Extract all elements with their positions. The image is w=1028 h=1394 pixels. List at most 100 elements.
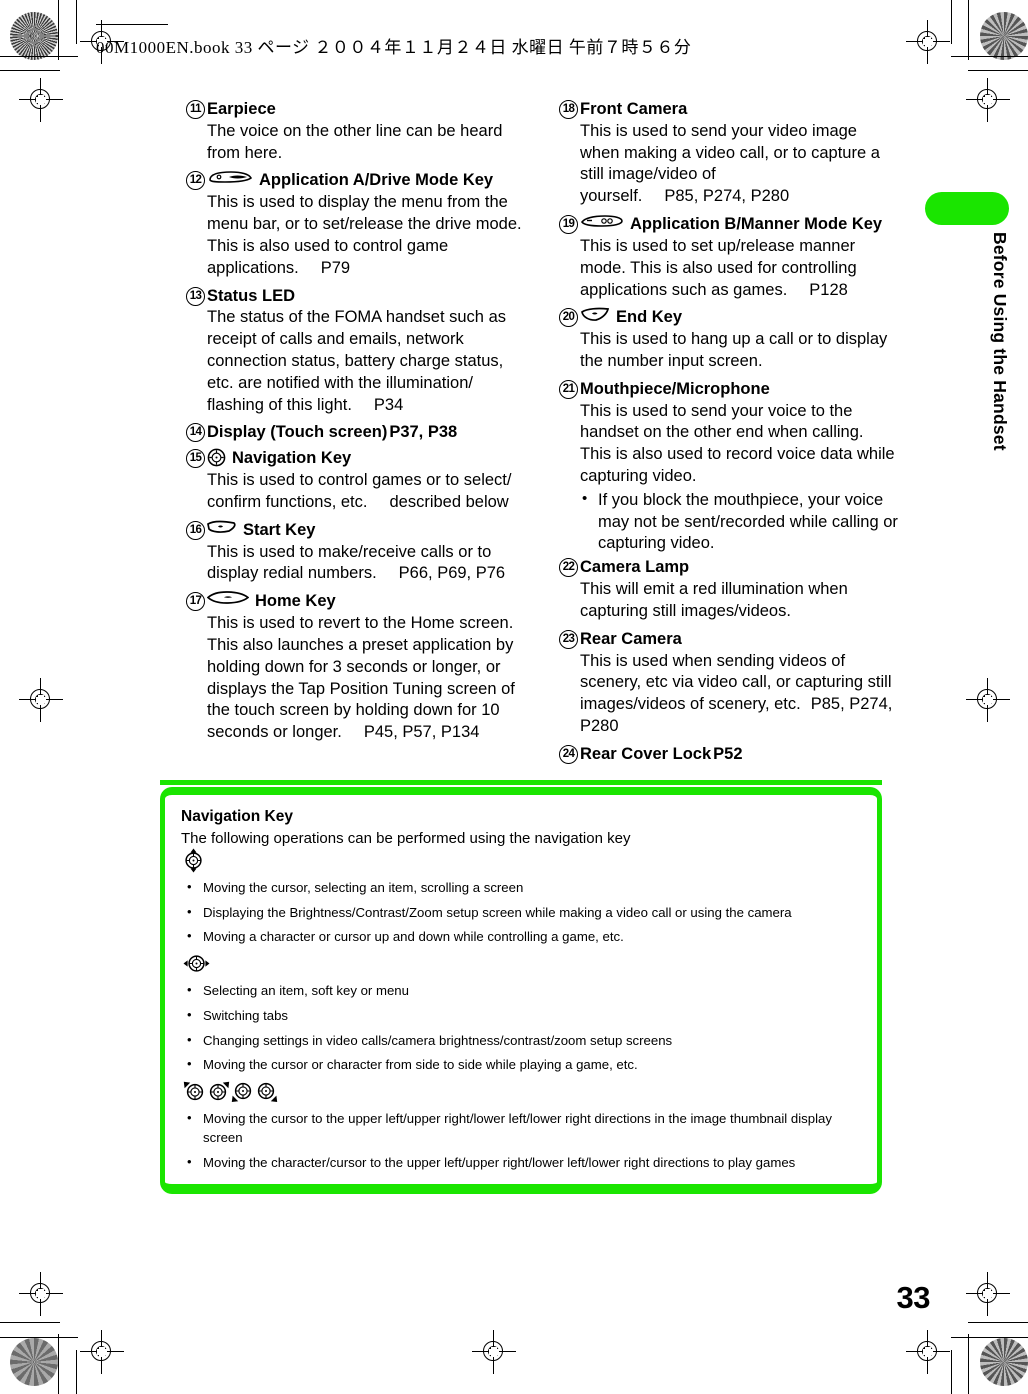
trim-line-br-v2 [951,1350,953,1394]
nav-key-left-right-icon [183,953,210,979]
trim-line-br-v [968,1334,970,1394]
entry-sub-bullets: If you block the mouthpiece, your voice … [580,489,898,555]
column-left: 11 Earpiece The voice on the other line … [186,99,525,767]
entry-heading: 17 Home Key [186,591,525,612]
nav-key-left-right-row [183,953,861,979]
trim-line-bl-h [0,1322,60,1324]
entry-start-key: 16 Start Key This is used to make/receiv… [186,520,525,585]
entry-body: This is used to send your voice to the h… [580,401,898,555]
nav-group3-bullets: Moving the cursor to the upper left/uppe… [181,1109,861,1172]
entry-body: This is used to control games or to sele… [207,470,525,514]
application-a-key-icon [207,170,253,184]
registration-mark-bottom-right [906,1330,950,1374]
list-item: Moving the cursor to the upper left/uppe… [181,1109,861,1147]
entry-mouthpiece-microphone: 21 Mouthpiece/Microphone This is used to… [559,379,898,555]
nav-key-upper-right-icon [207,1081,230,1108]
nav-key-diagonal-row [183,1081,861,1107]
chapter-tab-label: Before Using the Handset [990,232,1010,451]
entry-heading: 11 Earpiece [186,99,525,120]
list-item: Moving the cursor or character from side… [181,1055,861,1075]
callout-number: 19 [559,215,578,235]
entry-title: Application B/Manner Mode Key [630,215,883,234]
entry-body: This is used to send your video image wh… [580,121,898,208]
navbox-body: Navigation Key The following operations … [160,787,882,1195]
registration-mark-top-right [906,20,950,64]
registration-mark-bottom-left [80,1330,124,1374]
entry-heading: 18 Front Camera [559,99,898,120]
callout-number: 17 [186,592,205,612]
entry-home-key: 17 Home Key This is used to revert to th… [186,591,525,744]
entry-title: Earpiece [207,100,276,118]
nav-key-upper-left-icon [183,1081,206,1108]
entry-body: This is used to make/receive calls or to… [207,542,525,586]
entry-navigation-key: 15 Navigation Key This is used to contro… [186,448,525,514]
print-target-bottom-left [10,1338,58,1386]
entry-body: This will emit a red illumination when c… [580,579,898,623]
entry-display-touch-screen: 14 Display (Touch screen) P37, P38 [186,422,525,443]
page-reference: P34 [373,395,404,414]
navbox-title: Navigation Key [181,808,293,825]
entry-end-key: 20 End Key This is used to hang up a cal… [559,307,898,372]
navigation-key-info-box: Navigation Key The following operations … [160,780,882,1195]
trim-line-bl-v [58,1334,60,1394]
entry-body: This is used to hang up a call or to dis… [580,329,898,373]
entry-title: Application A/Drive Mode Key [259,171,494,190]
nav-group1-bullets: Moving the cursor, selecting an item, sc… [181,878,861,947]
trim-line-br-h2 [951,1337,1028,1339]
registration-mark-left-middle [19,678,63,722]
entry-body-text: This is used to send your voice to the h… [580,401,895,485]
entry-body: The voice on the other line can be heard… [207,121,525,165]
entry-heading: 20 End Key [559,307,898,328]
trim-line-tl-v [58,0,60,60]
callout-number: 15 [186,449,205,469]
file-info-header: 00M1000EN.book 33 ページ ２００４年１１月２４日 水曜日 午前… [96,24,691,58]
page-reference: P45, P57, P134 [363,723,480,742]
page-number: 33 [896,1280,931,1315]
trim-line-tr-v2 [951,0,953,44]
print-target-top-left [10,12,58,60]
entry-body-text: The voice on the other line can be heard… [207,121,503,162]
callout-number: 18 [559,100,578,119]
entry-application-b-manner-mode-key: 19 Application B/Manner Mode Key This is… [559,214,898,301]
trim-line-br-h [968,1322,1028,1324]
trim-line-tl-h [0,70,60,72]
entry-heading: 14 Display (Touch screen) P37, P38 [186,422,525,443]
entry-body: This is used to set up/release manner mo… [580,236,898,301]
page-reference: described below [389,493,509,511]
nav-key-up-down-icon [183,848,204,878]
callout-number: 21 [559,379,578,399]
callout-number: 13 [186,286,205,306]
list-item: Moving the cursor, selecting an item, sc… [181,878,861,898]
entry-earpiece: 11 Earpiece The voice on the other line … [186,99,525,164]
entry-body-text: This will emit a red illumination when c… [580,580,848,620]
page-reference: P128 [809,280,848,299]
registration-mark-right-middle [966,678,1010,722]
list-item: Selecting an item, soft key or menu [181,981,861,1001]
entry-heading: 23 Rear Camera [559,629,898,650]
entry-body-text: This is used to hang up a call or to dis… [580,330,888,370]
nav-key-lower-left-icon [231,1081,254,1108]
navigation-key-icon [207,448,226,467]
entry-title: Navigation Key [232,449,352,468]
callout-number: 14 [186,423,205,443]
entry-title: Rear Camera [580,629,682,648]
entry-heading: 19 Application B/Manner Mode Key [559,214,898,235]
home-key-icon [207,591,249,605]
page-reference: P79 [320,258,351,277]
entry-title: Display (Touch screen) [207,423,388,442]
entry-title: Mouthpiece/Microphone [580,379,770,398]
trim-line-bl-v2 [76,1350,78,1394]
entry-heading: 13 Status LED [186,286,525,307]
entry-title: End Key [616,308,683,327]
callout-number: 12 [186,171,205,191]
content-columns: 11 Earpiece The voice on the other line … [186,99,898,767]
entry-application-a-drive-mode-key: 12 Application A/Drive Mode Key This is … [186,170,525,279]
navbox-intro: The following operations can be performe… [181,830,631,847]
entry-rear-cover-lock: 24 Rear Cover Lock P52 [559,744,898,765]
nav-group2-bullets: Selecting an item, soft key or menu Swit… [181,981,861,1075]
registration-mark-top-right-inner [966,78,1010,122]
page-reference: P37, P38 [389,423,458,442]
entry-heading: 22 Camera Lamp [559,557,898,578]
end-key-icon [580,307,610,322]
entry-status-led: 13 Status LED The status of the FOMA han… [186,286,525,417]
